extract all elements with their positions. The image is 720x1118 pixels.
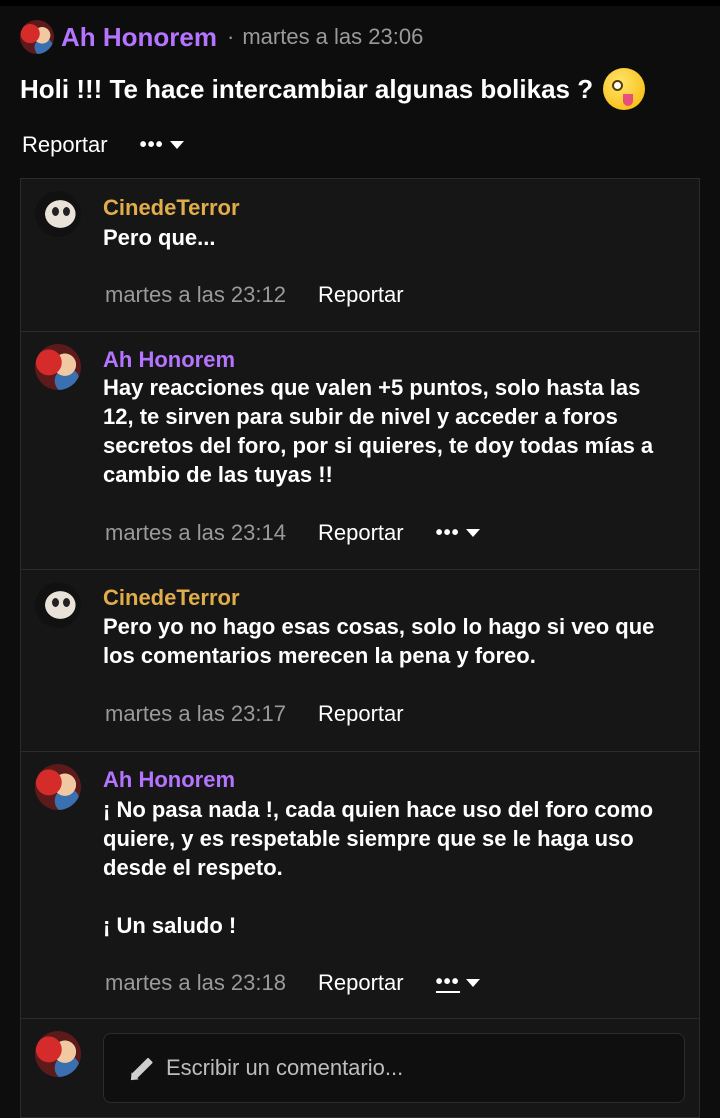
post-actions: Reportar ••• (22, 130, 184, 160)
comment-more-menu-button[interactable]: ••• (436, 522, 480, 545)
comment-report-link[interactable]: Reportar (318, 282, 404, 308)
comment-item: CinedeTerror Pero que... martes a las 23… (21, 179, 699, 332)
comment-text: ¡ No pasa nada !, cada quien hace uso de… (103, 797, 654, 938)
avatar[interactable] (20, 20, 54, 54)
post-more-menu-button[interactable]: ••• (140, 134, 184, 157)
caret-down-icon (465, 529, 480, 537)
comment-text: Pero que... (103, 225, 216, 250)
comment-text: Pero yo no hago esas cosas, solo lo hago… (103, 614, 655, 668)
avatar[interactable] (35, 191, 81, 237)
pencil-icon (128, 1055, 154, 1081)
more-dots-icon: ••• (435, 971, 460, 993)
comment-author-link[interactable]: CinedeTerror (103, 195, 240, 221)
comment-item: CinedeTerror Pero yo no hago esas cosas,… (21, 570, 699, 752)
post-body: Holi !!! Te hace intercambiar algunas bo… (20, 68, 646, 110)
post-header: Ah Honorem · martes a las 23:06 (20, 20, 423, 54)
comment-timestamp: martes a las 23:14 (105, 520, 286, 545)
post-timestamp: martes a las 23:06 (242, 24, 424, 49)
comment-author-link[interactable]: CinedeTerror (103, 585, 240, 611)
comment-meta: martes a las 23:14 Reportar ••• (105, 518, 480, 548)
avatar[interactable] (35, 344, 81, 390)
avatar[interactable] (35, 582, 81, 628)
comment-timestamp: martes a las 23:17 (105, 701, 286, 726)
comment-report-link[interactable]: Reportar (318, 520, 404, 546)
post-report-link[interactable]: Reportar (22, 132, 108, 158)
more-dots-icon: ••• (435, 521, 460, 544)
post-text: Holi !!! Te hace intercambiar algunas bo… (20, 73, 594, 104)
comment-item: Ah Honorem ¡ No pasa nada !, cada quien … (21, 752, 699, 1019)
avatar[interactable] (35, 764, 81, 810)
caret-down-icon (169, 141, 184, 149)
comment-report-link[interactable]: Reportar (318, 701, 404, 727)
comment-more-menu-button[interactable]: ••• (435, 971, 480, 993)
comment-composer: Escribir un comentario... (21, 1019, 699, 1117)
comment-meta: martes a las 23:12 Reportar (105, 280, 404, 310)
zany-face-emoji-icon (603, 68, 646, 110)
avatar (35, 1031, 81, 1077)
more-dots-icon: ••• (139, 133, 164, 156)
separator-dot: · (227, 24, 235, 49)
caret-down-icon (465, 979, 480, 987)
comment-timestamp: martes a las 23:18 (105, 970, 286, 995)
comment-author-link[interactable]: Ah Honorem (103, 767, 235, 793)
top-bar (0, 0, 720, 6)
comment-report-link[interactable]: Reportar (318, 970, 404, 996)
comment-text: Hay reacciones que valen +5 puntos, solo… (103, 375, 654, 487)
comment-thread: CinedeTerror Pero que... martes a las 23… (20, 178, 700, 1118)
comment-item: Ah Honorem Hay reacciones que valen +5 p… (21, 332, 699, 570)
comment-meta: martes a las 23:18 Reportar ••• (105, 968, 480, 998)
comment-meta: martes a las 23:17 Reportar (105, 699, 404, 729)
comment-input-placeholder: Escribir un comentario... (166, 1055, 404, 1080)
comment-input[interactable]: Escribir un comentario... (103, 1033, 685, 1103)
comment-timestamp: martes a las 23:12 (105, 282, 286, 307)
comment-author-link[interactable]: Ah Honorem (103, 347, 235, 373)
post-author-link[interactable]: Ah Honorem (61, 22, 217, 53)
